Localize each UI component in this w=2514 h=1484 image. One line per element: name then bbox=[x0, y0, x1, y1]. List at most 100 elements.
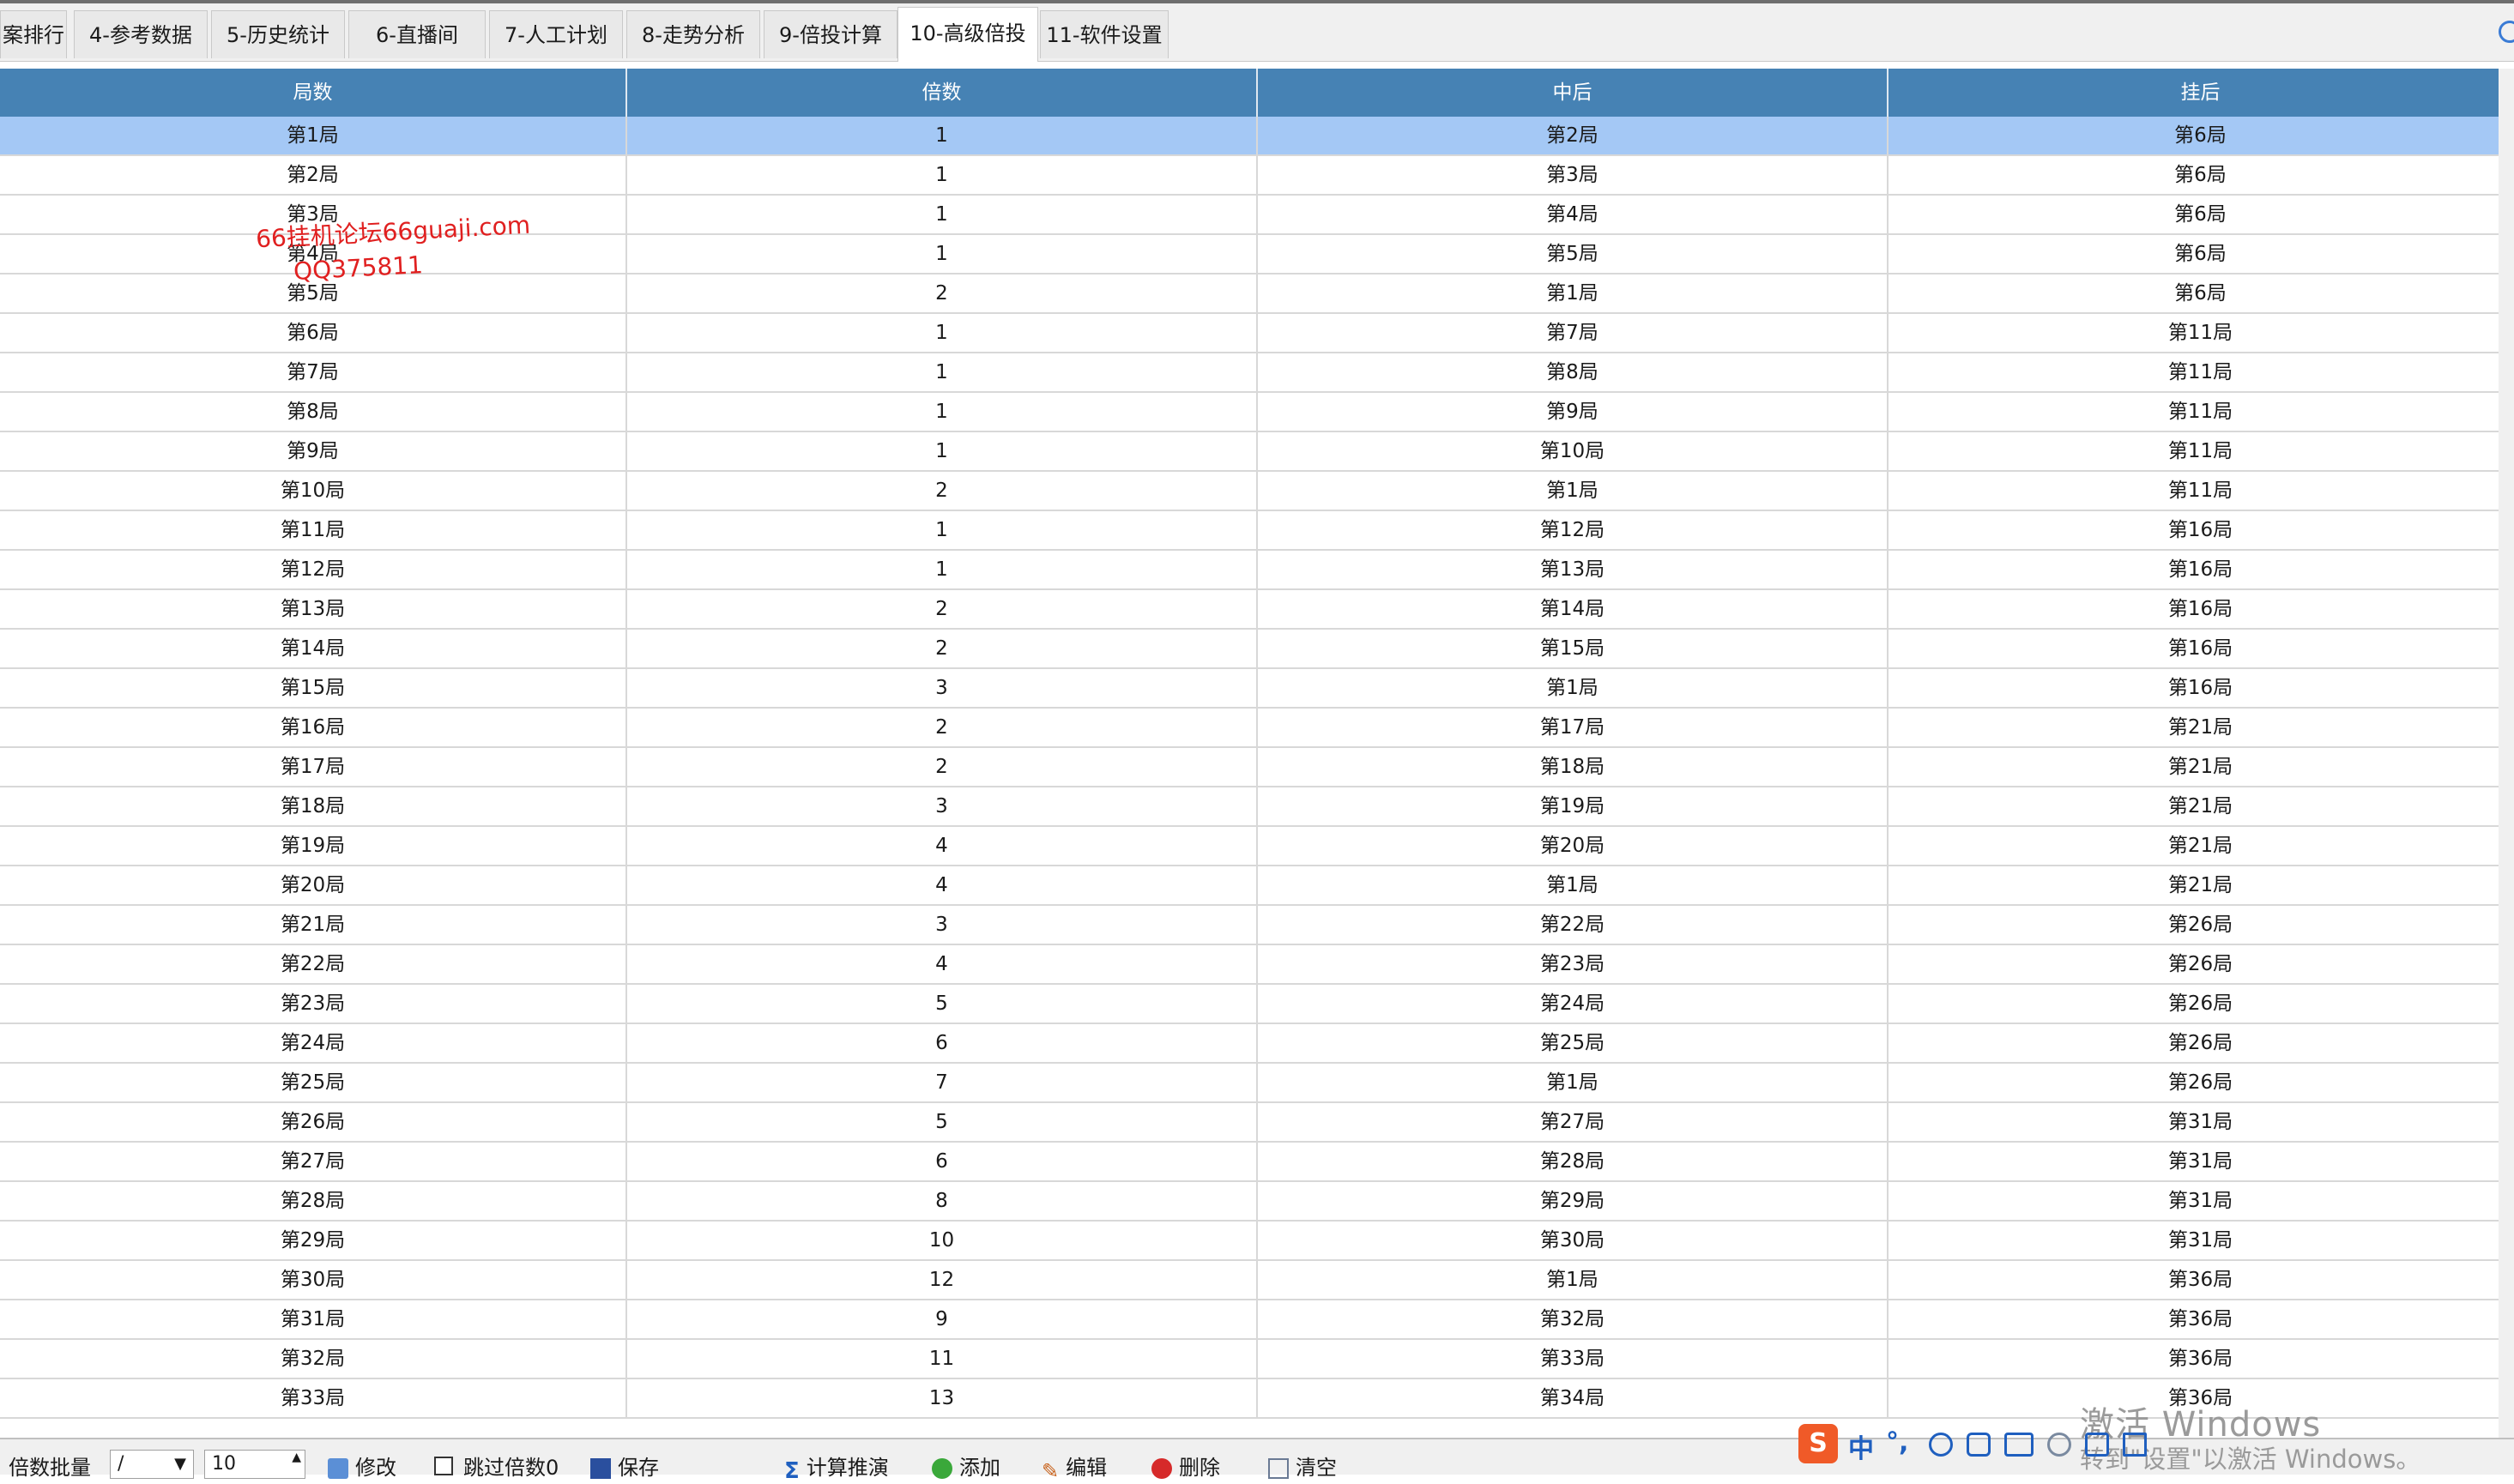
cell-round[interactable]: 第7局 bbox=[0, 353, 627, 391]
table-row[interactable]: 第23局 5 第24局 第26局 bbox=[0, 985, 2514, 1024]
cell-after-win[interactable]: 第30局 bbox=[1258, 1222, 1889, 1259]
table-row[interactable]: 第18局 3 第19局 第21局 bbox=[0, 787, 2514, 827]
cell-after-loss[interactable]: 第6局 bbox=[1889, 274, 2514, 312]
cell-after-win[interactable]: 第18局 bbox=[1258, 748, 1889, 786]
cell-after-loss[interactable]: 第6局 bbox=[1889, 235, 2514, 273]
cell-after-win[interactable]: 第25局 bbox=[1258, 1024, 1889, 1062]
cell-after-win[interactable]: 第29局 bbox=[1258, 1182, 1889, 1220]
save-button[interactable]: 保存 bbox=[590, 1455, 659, 1481]
tab-multiplier-calc[interactable]: 9-倍投计算 bbox=[764, 10, 897, 58]
cell-multiplier[interactable]: 6 bbox=[627, 1143, 1258, 1180]
cell-multiplier[interactable]: 2 bbox=[627, 590, 1258, 628]
cell-after-win[interactable]: 第28局 bbox=[1258, 1143, 1889, 1180]
table-row[interactable]: 第5局 2 第1局 第6局 bbox=[0, 274, 2514, 314]
cell-round[interactable]: 第32局 bbox=[0, 1340, 627, 1378]
table-row[interactable]: 第29局 10 第30局 第31局 bbox=[0, 1222, 2514, 1261]
delete-button[interactable]: 删除 bbox=[1151, 1455, 1220, 1481]
cell-multiplier[interactable]: 1 bbox=[627, 393, 1258, 431]
stepper-up-icon[interactable]: ▲ bbox=[292, 1451, 301, 1464]
vertical-scrollbar[interactable] bbox=[2499, 69, 2514, 1438]
cell-after-loss[interactable]: 第6局 bbox=[1889, 117, 2514, 154]
cell-after-win[interactable]: 第4局 bbox=[1258, 196, 1889, 233]
cell-after-loss[interactable]: 第36局 bbox=[1889, 1340, 2514, 1378]
tab-reference-data[interactable]: 4-参考数据 bbox=[74, 10, 208, 58]
cell-after-loss[interactable]: 第31局 bbox=[1889, 1222, 2514, 1259]
cell-round[interactable]: 第12局 bbox=[0, 551, 627, 588]
microphone-icon[interactable] bbox=[1967, 1433, 1991, 1457]
table-row[interactable]: 第3局 1 第4局 第6局 bbox=[0, 196, 2514, 235]
cell-round[interactable]: 第20局 bbox=[0, 866, 627, 904]
tab-trend-analysis[interactable]: 8-走势分析 bbox=[626, 10, 760, 58]
cell-round[interactable]: 第19局 bbox=[0, 827, 627, 865]
cell-round[interactable]: 第25局 bbox=[0, 1064, 627, 1101]
emoji-icon[interactable] bbox=[1929, 1433, 1953, 1457]
cell-multiplier[interactable]: 5 bbox=[627, 1103, 1258, 1141]
info-icon[interactable] bbox=[2499, 21, 2514, 43]
cell-multiplier[interactable]: 12 bbox=[627, 1261, 1258, 1299]
ime-punctuation-toggle[interactable]: °, bbox=[1886, 1427, 1908, 1457]
cell-after-win[interactable]: 第14局 bbox=[1258, 590, 1889, 628]
cell-round[interactable]: 第33局 bbox=[0, 1379, 627, 1417]
cell-after-win[interactable]: 第5局 bbox=[1258, 235, 1889, 273]
cell-after-loss[interactable]: 第26局 bbox=[1889, 1064, 2514, 1101]
cell-multiplier[interactable]: 1 bbox=[627, 314, 1258, 352]
cell-after-loss[interactable]: 第21局 bbox=[1889, 787, 2514, 825]
column-header-round[interactable]: 局数 bbox=[0, 69, 627, 117]
cell-after-loss[interactable]: 第21局 bbox=[1889, 748, 2514, 786]
cell-multiplier[interactable]: 2 bbox=[627, 274, 1258, 312]
cell-multiplier[interactable]: 8 bbox=[627, 1182, 1258, 1220]
cell-multiplier[interactable]: 3 bbox=[627, 906, 1258, 944]
cell-after-loss[interactable]: 第31局 bbox=[1889, 1103, 2514, 1141]
cell-multiplier[interactable]: 1 bbox=[627, 196, 1258, 233]
tab-manual-plan[interactable]: 7-人工计划 bbox=[489, 10, 623, 58]
keyboard-icon[interactable] bbox=[2004, 1433, 2034, 1457]
edit-button[interactable]: ✎ 编辑 bbox=[1042, 1455, 1107, 1483]
cell-round[interactable]: 第1局 bbox=[0, 117, 627, 154]
cell-after-loss[interactable]: 第26局 bbox=[1889, 906, 2514, 944]
column-header-after-loss[interactable]: 挂后 bbox=[1889, 69, 2514, 117]
cell-round[interactable]: 第23局 bbox=[0, 985, 627, 1023]
toolbox-grid-icon[interactable] bbox=[2123, 1433, 2147, 1457]
tab-software-settings[interactable]: 11-软件设置 bbox=[1040, 10, 1169, 58]
cell-multiplier[interactable]: 3 bbox=[627, 669, 1258, 707]
cell-multiplier[interactable]: 1 bbox=[627, 551, 1258, 588]
column-header-multiplier[interactable]: 倍数 bbox=[627, 69, 1258, 117]
cell-after-win[interactable]: 第1局 bbox=[1258, 274, 1889, 312]
table-row[interactable]: 第6局 1 第7局 第11局 bbox=[0, 314, 2514, 353]
cell-after-win[interactable]: 第17局 bbox=[1258, 709, 1889, 746]
tab-history-stats[interactable]: 5-历史统计 bbox=[211, 10, 345, 58]
cell-round[interactable]: 第28局 bbox=[0, 1182, 627, 1220]
cell-multiplier[interactable]: 4 bbox=[627, 866, 1258, 904]
cell-after-win[interactable]: 第10局 bbox=[1258, 432, 1889, 470]
table-row[interactable]: 第13局 2 第14局 第16局 bbox=[0, 590, 2514, 630]
cell-after-win[interactable]: 第3局 bbox=[1258, 156, 1889, 194]
table-row[interactable]: 第17局 2 第18局 第21局 bbox=[0, 748, 2514, 787]
cell-round[interactable]: 第6局 bbox=[0, 314, 627, 352]
cell-round[interactable]: 第24局 bbox=[0, 1024, 627, 1062]
cell-after-loss[interactable]: 第6局 bbox=[1889, 156, 2514, 194]
cell-after-loss[interactable]: 第21局 bbox=[1889, 709, 2514, 746]
cell-after-win[interactable]: 第8局 bbox=[1258, 353, 1889, 391]
cell-round[interactable]: 第18局 bbox=[0, 787, 627, 825]
cell-round[interactable]: 第3局 bbox=[0, 196, 627, 233]
ime-mode-toggle[interactable]: 中 bbox=[1848, 1427, 1874, 1465]
cell-multiplier[interactable]: 11 bbox=[627, 1340, 1258, 1378]
cell-multiplier[interactable]: 7 bbox=[627, 1064, 1258, 1101]
cell-round[interactable]: 第15局 bbox=[0, 669, 627, 707]
table-row[interactable]: 第26局 5 第27局 第31局 bbox=[0, 1103, 2514, 1143]
column-header-after-win[interactable]: 中后 bbox=[1258, 69, 1889, 117]
table-row[interactable]: 第19局 4 第20局 第21局 bbox=[0, 827, 2514, 866]
table-row[interactable]: 第10局 2 第1局 第11局 bbox=[0, 472, 2514, 511]
cell-after-win[interactable]: 第24局 bbox=[1258, 985, 1889, 1023]
cell-multiplier[interactable]: 1 bbox=[627, 511, 1258, 549]
table-row[interactable]: 第31局 9 第32局 第36局 bbox=[0, 1300, 2514, 1340]
skip-zero-checkbox[interactable] bbox=[434, 1457, 453, 1475]
cell-round[interactable]: 第30局 bbox=[0, 1261, 627, 1299]
cell-after-win[interactable]: 第19局 bbox=[1258, 787, 1889, 825]
cell-after-loss[interactable]: 第26局 bbox=[1889, 1024, 2514, 1062]
table-row[interactable]: 第14局 2 第15局 第16局 bbox=[0, 630, 2514, 669]
cell-after-win[interactable]: 第12局 bbox=[1258, 511, 1889, 549]
cell-after-loss[interactable]: 第11局 bbox=[1889, 314, 2514, 352]
table-row[interactable]: 第27局 6 第28局 第31局 bbox=[0, 1143, 2514, 1182]
cell-multiplier[interactable]: 1 bbox=[627, 117, 1258, 154]
